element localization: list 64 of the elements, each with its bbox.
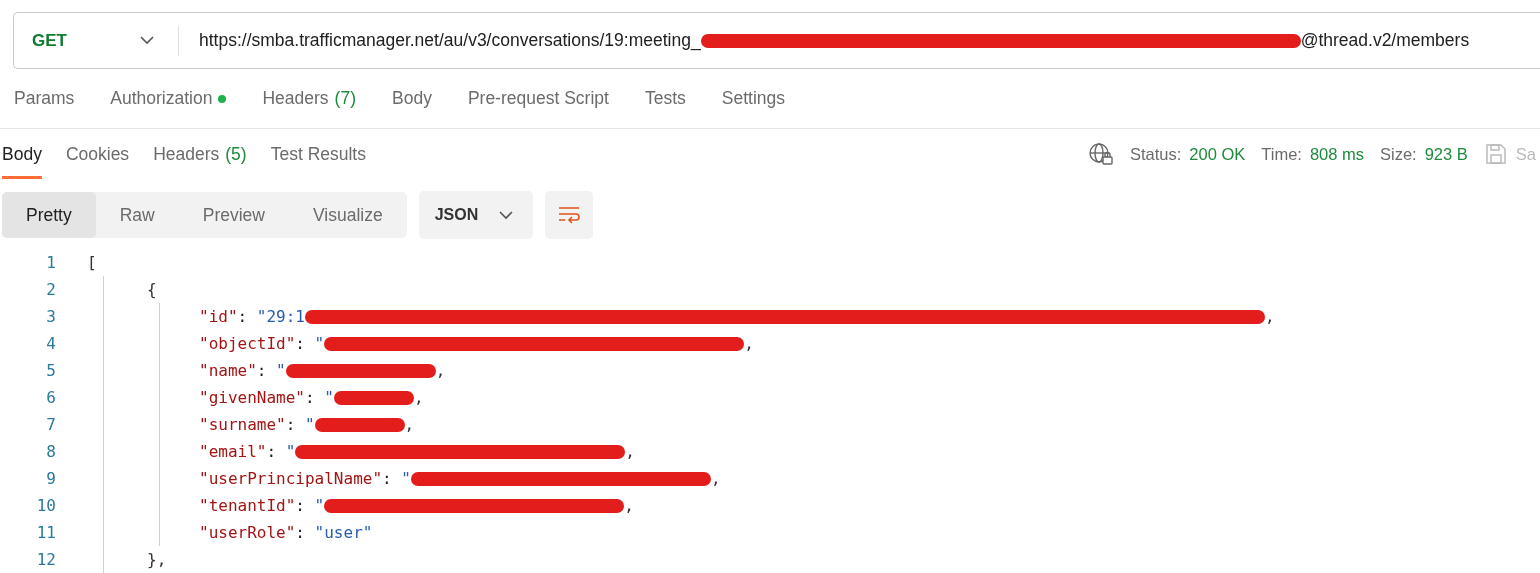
- code-text: "tenantId": ": [199, 494, 325, 517]
- code-text: ,: [413, 386, 424, 409]
- code-text: "id": "29:1: [199, 305, 305, 328]
- chevron-down-icon: [140, 36, 154, 45]
- format-dropdown[interactable]: JSON: [418, 191, 533, 239]
- view-mode-tab[interactable]: Visualize: [289, 192, 407, 238]
- code-text: "userPrincipalName": ": [199, 467, 411, 490]
- line-number: 12: [35, 548, 56, 571]
- code-text: ,: [1264, 305, 1275, 328]
- chevron-down-icon: [498, 210, 513, 220]
- line-number: 9: [45, 467, 56, 490]
- line-number: 8: [45, 440, 56, 463]
- request-tab[interactable]: Headers (7): [262, 85, 356, 112]
- url-text[interactable]: @thread.v2/members: [1300, 27, 1470, 54]
- save-icon[interactable]: [1483, 142, 1508, 166]
- line-number: 10: [35, 494, 56, 517]
- response-tab[interactable]: Headers (5): [153, 129, 247, 179]
- line-number: 1: [45, 251, 56, 274]
- wrap-lines-icon: [556, 205, 581, 225]
- request-tab[interactable]: Settings: [721, 85, 785, 112]
- line-number: 3: [45, 305, 56, 328]
- line-number: 2: [45, 278, 56, 301]
- line-number: 11: [35, 521, 56, 544]
- globe-lock-icon[interactable]: [1087, 142, 1114, 166]
- code-text: ,: [435, 359, 446, 382]
- code-text: "objectId": ": [199, 332, 325, 355]
- response-tab[interactable]: Body: [2, 129, 42, 179]
- code-text: ,: [624, 494, 634, 517]
- request-tab[interactable]: Tests: [644, 85, 686, 112]
- view-mode-tab[interactable]: Preview: [178, 192, 289, 238]
- code-text: "email": ": [199, 440, 296, 463]
- code-text: "userRole": "user": [199, 521, 373, 544]
- code-text: "givenName": ": [199, 386, 334, 409]
- code-text: [: [87, 251, 97, 274]
- url-text[interactable]: https://smba.trafficmanager.net/au/v3/conversations/19:meeting_: [199, 27, 701, 54]
- method-dropdown[interactable]: GET: [14, 25, 179, 56]
- meta-value: 200 OK: [1189, 143, 1246, 165]
- method-label: GET: [32, 29, 67, 52]
- meta-value: 808 ms: [1309, 143, 1364, 165]
- code-text: ,: [625, 440, 635, 463]
- line-number: 6: [45, 386, 56, 409]
- code-text: ,: [710, 467, 721, 490]
- response-tab[interactable]: Test Results: [270, 129, 366, 179]
- code-text: "surname": ": [199, 413, 315, 436]
- code-text: ,: [404, 413, 415, 436]
- code-text: ,: [744, 332, 754, 355]
- request-tab[interactable]: Params: [14, 85, 75, 112]
- code-text: },: [147, 548, 167, 571]
- wrap-lines-button[interactable]: [544, 191, 593, 239]
- meta-label: Status:: [1129, 143, 1182, 165]
- meta-value: 923 B: [1424, 143, 1468, 165]
- line-number: 4: [45, 332, 56, 355]
- view-mode-tab[interactable]: Pretty: [2, 192, 96, 238]
- request-tab[interactable]: Authorization: [110, 85, 227, 112]
- line-number: 5: [45, 359, 56, 382]
- request-tab[interactable]: Pre-request Script: [467, 85, 609, 112]
- line-number: 7: [45, 413, 56, 436]
- meta-label: Size:: [1380, 143, 1417, 165]
- meta-label: Time:: [1261, 143, 1302, 165]
- response-tab[interactable]: Cookies: [65, 129, 130, 179]
- view-mode-tab[interactable]: Raw: [95, 192, 179, 238]
- code-text: "name": ": [199, 359, 286, 382]
- code-text: {: [147, 278, 157, 301]
- request-tab[interactable]: Body: [392, 85, 432, 112]
